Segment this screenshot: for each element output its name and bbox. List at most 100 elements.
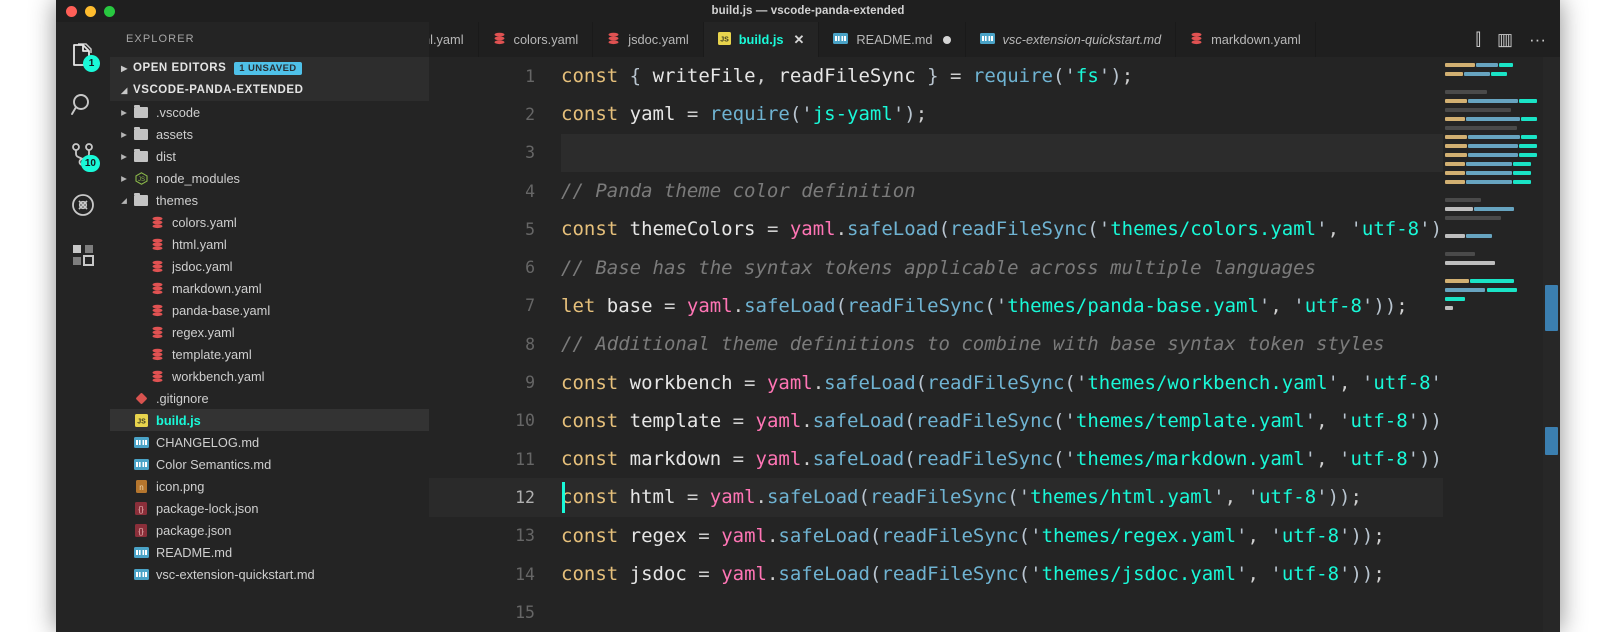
tab-bar-actions: ⫿ ▥ ··· (1462, 22, 1561, 57)
code-line[interactable]: 6 // Base has the syntax tokens applicabl… (429, 248, 1443, 286)
code-line[interactable]: 9 const workbench = yaml.safeLoad(readFil… (429, 363, 1443, 401)
dirty-indicator-icon[interactable] (942, 35, 951, 44)
code-line[interactable]: 7 let base = yaml.safeLoad(readFileSync('… (429, 287, 1443, 325)
more-actions-icon[interactable]: ··· (1529, 31, 1546, 48)
git-icon (132, 392, 150, 405)
tree-item-vsc-extension-quickstart-md[interactable]: vsc-extension-quickstart.md (110, 563, 429, 585)
tree-item-jsdoc-yaml[interactable]: jsdoc.yaml (110, 255, 429, 277)
chevron-right-icon[interactable]: ▶ (116, 130, 132, 139)
code-line[interactable]: 1 const { writeFile, readFileSync } = req… (429, 57, 1443, 95)
chevron-right-icon[interactable]: ▶ (116, 152, 132, 161)
code-token: ' (1064, 448, 1076, 471)
tree-item-themes[interactable]: ◢ themes (110, 189, 429, 211)
close-button[interactable] (66, 5, 77, 17)
code-token: readFileSync (881, 524, 1019, 547)
activity-badge-explorer: 1 (83, 55, 100, 72)
code-line[interactable]: 2 const yaml = require('js-yaml'); (429, 95, 1443, 133)
chevron-right-icon[interactable]: ▶ (116, 108, 132, 117)
tree-item-colors-yaml[interactable]: colors.yaml (110, 211, 429, 233)
tab-nl-yaml[interactable]: nl.yaml (429, 22, 479, 57)
code-editor[interactable]: 1 const { writeFile, readFileSync } = req… (429, 57, 1560, 632)
overview-ruler[interactable] (1543, 57, 1560, 632)
tree-item-markdown-yaml[interactable]: markdown.yaml (110, 277, 429, 299)
code-line[interactable]: 13 const regex = yaml.safeLoad(readFileSy… (429, 517, 1443, 555)
tree-item--vscode[interactable]: ▶ .vscode (110, 101, 429, 123)
tree-item-label: .vscode (156, 104, 201, 120)
code-line[interactable]: 15 (429, 593, 1443, 631)
tree-item-changelog-md[interactable]: CHANGELOG.md (110, 431, 429, 453)
close-icon[interactable]: ✕ (794, 33, 805, 46)
line-number: 3 (525, 143, 535, 163)
tab-readme-md[interactable]: README.md (819, 22, 966, 57)
activity-bar-item-run-and-debug[interactable] (56, 180, 110, 230)
tree-item-regex-yaml[interactable]: regex.yaml (110, 321, 429, 343)
maximize-button[interactable] (104, 5, 115, 17)
open-changes-icon[interactable]: ▥ (1497, 31, 1513, 48)
minimap-line (1487, 288, 1517, 292)
code-line[interactable]: 10 const template = yaml.safeLoad(readFil… (429, 402, 1443, 440)
code-line[interactable]: 12 const html = yaml.safeLoad(readFileSyn… (429, 478, 1443, 517)
chevron-down-icon[interactable]: ◢ (116, 196, 132, 205)
activity-bar-item-extensions[interactable] (56, 230, 110, 280)
code-line[interactable]: 4 // Panda theme color definition (429, 172, 1443, 210)
svg-text:n: n (139, 482, 143, 491)
tab-build-js[interactable]: JS build.js ✕ (703, 22, 820, 57)
tree-item-build-js[interactable]: JS build.js (110, 409, 429, 431)
activity-bar-item-explorer[interactable]: 1 (56, 30, 110, 80)
chevron-right-icon[interactable]: ▶ (116, 174, 132, 183)
line-number: 15 (515, 602, 535, 622)
svg-text:JS: JS (137, 177, 144, 183)
code-line[interactable]: 14 const jsdoc = yaml.safeLoad(readFileSy… (429, 555, 1443, 593)
code-token: = (686, 563, 722, 585)
tree-item-assets[interactable]: ▶ assets (110, 123, 429, 145)
tree-item-package-lock-json[interactable]: {} package-lock.json (110, 497, 429, 519)
code-token: ' (1236, 524, 1248, 547)
tree-item-color-semantics-md[interactable]: Color Semantics.md (110, 453, 429, 475)
tree-item-dist[interactable]: ▶ dist (110, 145, 429, 167)
code-token: ' (1339, 448, 1351, 471)
tree-item-panda-base-yaml[interactable]: panda-base.yaml (110, 299, 429, 321)
code-token: ' (1304, 448, 1317, 471)
tab-jsdoc-yaml[interactable]: jsdoc.yaml (593, 22, 704, 57)
open-editors-section[interactable]: ▶ OPEN EDITORS 1 UNSAVED (110, 57, 429, 79)
tab-markdown-yaml[interactable]: markdown.yaml (1176, 22, 1316, 57)
line-text: // Panda theme color definition (561, 180, 916, 202)
code-line[interactable]: 3 (429, 133, 1443, 172)
code-line[interactable]: 8 // Additional theme definitions to comb… (429, 325, 1443, 363)
code-token: utf-8 (1258, 486, 1317, 509)
code-token: = (686, 524, 722, 547)
code-line[interactable]: 11 const markdown = yaml.safeLoad(readFil… (429, 440, 1443, 478)
svg-text:JS: JS (137, 418, 146, 425)
code-token: . (755, 486, 767, 509)
tree-item--gitignore[interactable]: .gitignore (110, 387, 429, 409)
tree-item-package-json[interactable]: {} package.json (110, 519, 429, 541)
tree-item-label: README.md (156, 544, 233, 560)
tree-item-html-yaml[interactable]: html.yaml (110, 233, 429, 255)
minimap-line (1519, 99, 1537, 103)
activity-bar-item-search[interactable] (56, 80, 110, 130)
tree-item-icon-png[interactable]: n icon.png (110, 475, 429, 497)
open-editors-label: OPEN EDITORS (133, 62, 227, 74)
minimap-line (1445, 135, 1467, 139)
minimize-button[interactable] (85, 5, 96, 17)
tree-item-template-yaml[interactable]: template.yaml (110, 343, 429, 365)
code-lines-container[interactable]: 1 const { writeFile, readFileSync } = req… (429, 57, 1443, 632)
project-section[interactable]: ◢ VSCODE-PANDA-EXTENDED (110, 79, 429, 101)
yaml-icon (148, 348, 166, 361)
tree-item-label: jsdoc.yaml (172, 258, 233, 274)
minimap-line (1513, 180, 1531, 184)
tab-colors-yaml[interactable]: colors.yaml (479, 22, 594, 57)
tree-item-readme-md[interactable]: README.md (110, 541, 429, 563)
tree-item-node-modules[interactable]: ▶ JS node_modules (110, 167, 429, 189)
yaml-icon (148, 370, 166, 383)
code-line[interactable]: 5 const themeColors = yaml.safeLoad(readF… (429, 210, 1443, 248)
minimap[interactable] (1443, 57, 1543, 632)
split-editor-right-icon[interactable]: ⫿ (1476, 31, 1481, 48)
tab-vsc-extension-quickstart-md[interactable]: vsc-extension-quickstart.md (966, 22, 1177, 57)
tree-item-workbench-yaml[interactable]: workbench.yaml (110, 365, 429, 387)
code-token: ' (892, 103, 905, 126)
code-token: } (927, 65, 939, 88)
line-text: const html = yaml.safeLoad(readFileSync(… (561, 486, 1362, 508)
activity-bar-item-source-control[interactable]: 10 (56, 130, 110, 180)
